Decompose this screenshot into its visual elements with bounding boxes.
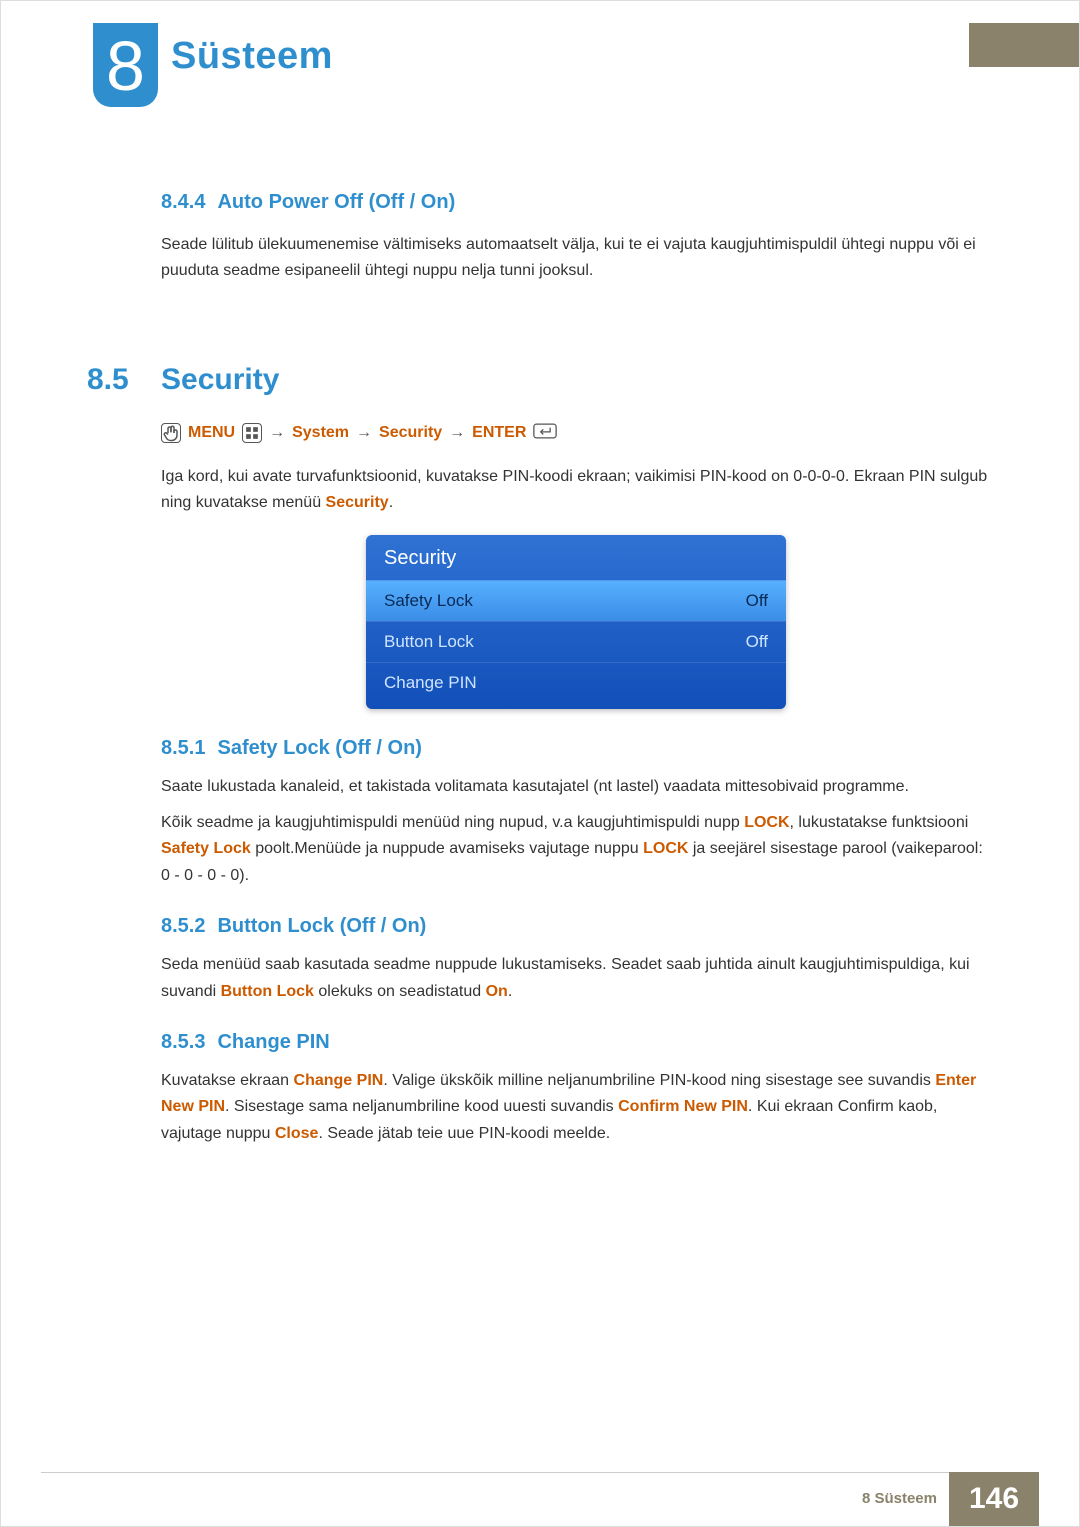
em-lock: LOCK (744, 814, 789, 831)
chapter-tab: 8 (93, 23, 158, 107)
heading-8-5-1: 8.5.1 Safety Lock (Off / On) (161, 737, 991, 760)
em-lock-2: LOCK (643, 840, 688, 857)
arrow-3: → (449, 424, 465, 442)
heading-text: Auto Power Off (Off / On) (217, 191, 455, 213)
osd-row-value: Off (746, 632, 768, 652)
para-8-5-2: Seda menüüd saab kasutada seadme nuppude… (161, 952, 991, 1005)
enter-icon (533, 423, 557, 444)
section-title: Security (161, 363, 279, 396)
em-change-pin: Change PIN (294, 1072, 384, 1089)
osd-row-label: Button Lock (384, 632, 474, 652)
para-8-5-1-b: Kõik seadme ja kaugjuhtimispuldi menüüd … (161, 810, 991, 889)
em-confirm-new-pin: Confirm New PIN (618, 1098, 748, 1115)
header-accent-bar (969, 23, 1079, 67)
intro-em: Security (326, 494, 389, 511)
osd-row-value: Off (746, 591, 768, 611)
em-button-lock: Button Lock (221, 983, 314, 1000)
intro-text-1: Iga kord, kui avate turvafunktsioonid, k… (161, 468, 987, 511)
footer: 8 Süsteem 146 (1, 1472, 1079, 1526)
heading-8-5-3: 8.5.3 Change PIN (161, 1031, 991, 1054)
intro-text-2: . (389, 494, 393, 511)
menu-grid-icon (242, 423, 262, 443)
t: Kõik seadme ja kaugjuhtimispuldi menüüd … (161, 814, 744, 831)
t: . Seade jätab teie uue PIN-koodi meelde. (318, 1125, 610, 1142)
heading-8-4-4: 8.4.4 Auto Power Off (Off / On) (161, 191, 991, 214)
em-safety-lock: Safety Lock (161, 840, 251, 857)
para-8-5-3: Kuvatakse ekraan Change PIN. Valige üksk… (161, 1068, 991, 1147)
heading-text: Safety Lock (Off / On) (217, 737, 421, 759)
footer-page-number: 146 (949, 1472, 1039, 1526)
section-8-5: 8.5 Security (161, 363, 991, 397)
t: olekuks on seadistatud (314, 983, 486, 1000)
osd-row-label: Change PIN (384, 673, 477, 693)
menu-nav-path: MENU → System → Security → ENTER (161, 423, 991, 444)
heading-num: 8.4.4 (161, 191, 205, 213)
document-page: 8 Süsteem 8.4.4 Auto Power Off (Off / On)… (0, 0, 1080, 1527)
osd-row-label: Safety Lock (384, 591, 473, 611)
em-close: Close (275, 1125, 319, 1142)
chapter-number: 8 (93, 23, 158, 109)
arrow-1: → (269, 424, 285, 442)
t: Kuvatakse ekraan (161, 1072, 294, 1089)
t: poolt.Menüüde ja nuppude avamiseks vajut… (251, 840, 643, 857)
t: . Sisestage sama neljanumbriline kood uu… (225, 1098, 618, 1115)
heading-text: Change PIN (217, 1031, 329, 1053)
footer-divider (41, 1472, 1039, 1473)
em-on: On (486, 983, 508, 1000)
para-8-4-4: Seade lülitub ülekuumenemise vältimiseks… (161, 232, 991, 285)
chapter-title: Süsteem (171, 35, 333, 78)
arrow-2: → (356, 424, 372, 442)
heading-8-5-2: 8.5.2 Button Lock (Off / On) (161, 915, 991, 938)
nav-enter-label: ENTER (472, 424, 526, 442)
content-area: 8.4.4 Auto Power Off (Off / On) Seade lül… (161, 191, 991, 1155)
nav-system: System (292, 424, 349, 442)
para-8-5-1-a: Saate lukustada kanaleid, et takistada v… (161, 774, 991, 800)
hand-icon (161, 423, 181, 443)
t: . Valige ükskõik milline neljanumbriline… (383, 1072, 935, 1089)
heading-text: Button Lock (Off / On) (217, 915, 426, 937)
osd-row-safety-lock[interactable]: Safety Lock Off (366, 580, 786, 621)
t: , lukustatakse funktsiooni (790, 814, 969, 831)
nav-security: Security (379, 424, 442, 442)
osd-security-panel: Security Safety Lock Off Button Lock Off… (366, 535, 786, 709)
osd-title: Security (366, 535, 786, 580)
heading-num: 8.5.2 (161, 915, 205, 937)
t: . (508, 983, 512, 1000)
osd-row-change-pin[interactable]: Change PIN (366, 662, 786, 709)
nav-menu-label: MENU (188, 424, 235, 442)
osd-row-button-lock[interactable]: Button Lock Off (366, 621, 786, 662)
heading-num: 8.5.1 (161, 737, 205, 759)
para-8-5-intro: Iga kord, kui avate turvafunktsioonid, k… (161, 464, 991, 517)
section-num: 8.5 (87, 363, 129, 397)
footer-chapter-label: 8 Süsteem (862, 1490, 937, 1507)
heading-num: 8.5.3 (161, 1031, 205, 1053)
